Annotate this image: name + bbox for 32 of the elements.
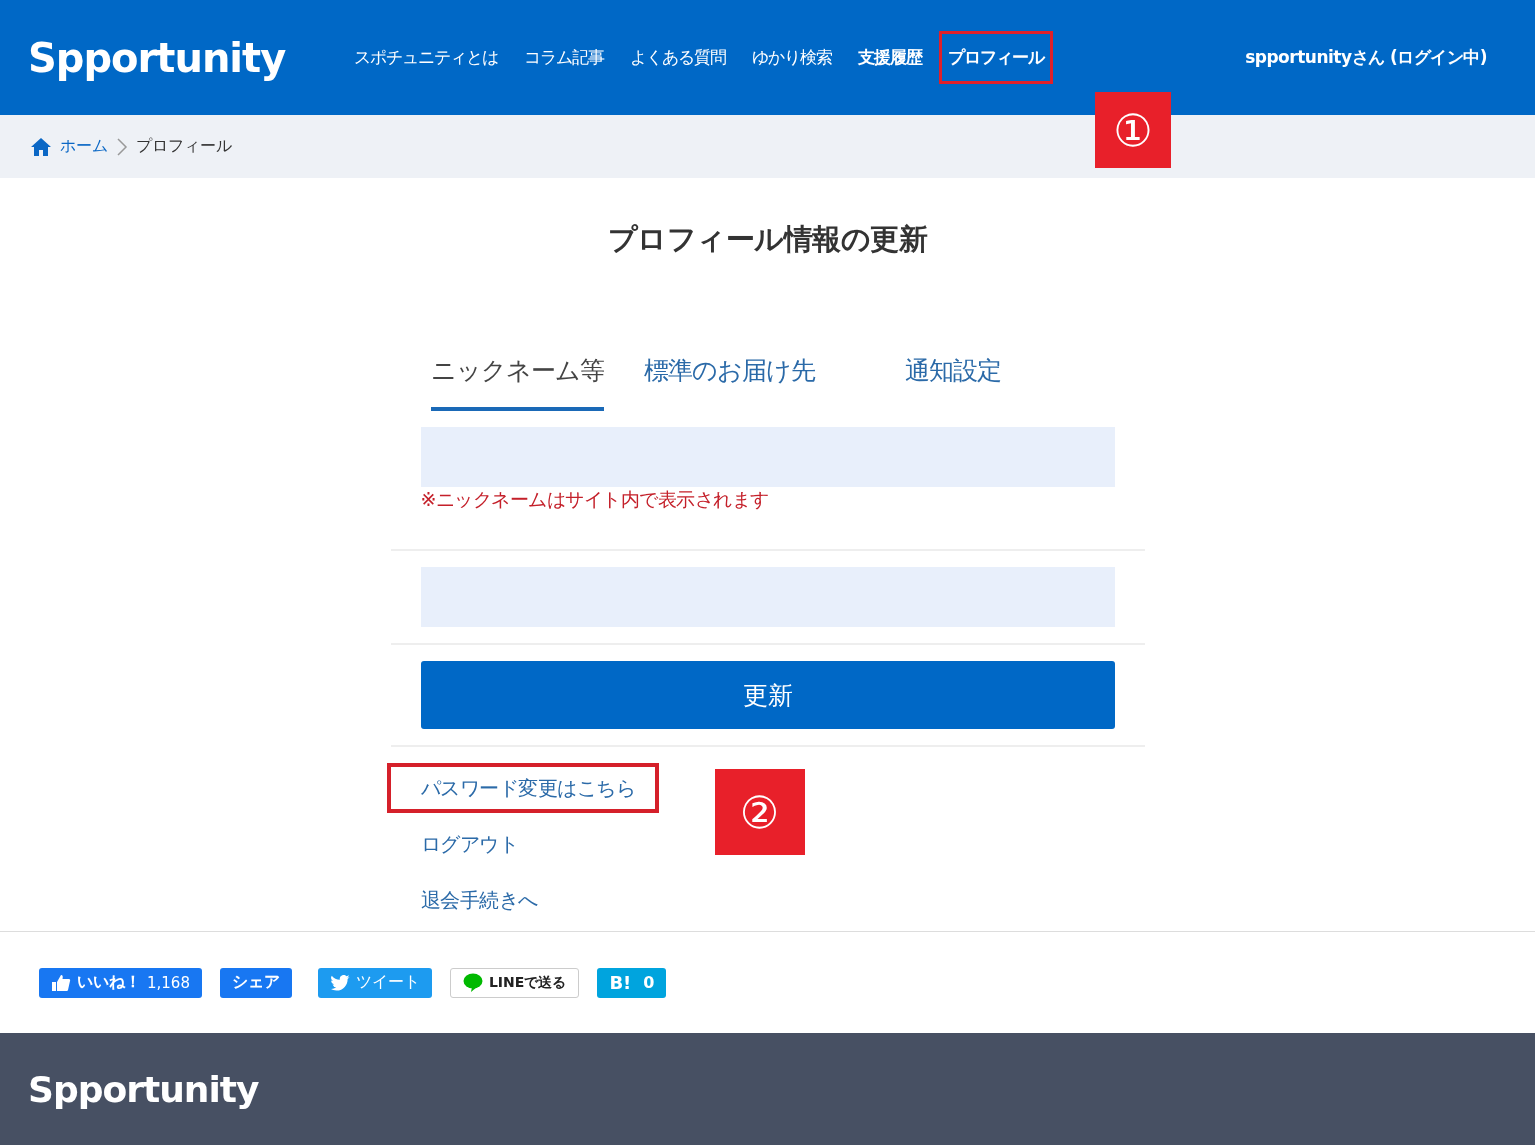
- tab[interactable]: 標準のお届け先: [643, 346, 815, 411]
- thumbs-up-icon: [51, 973, 71, 992]
- account-link[interactable]: パスワード変更はこちら: [386, 763, 659, 813]
- tweet-button[interactable]: ツイート: [317, 967, 432, 998]
- breadcrumb-current: プロフィール: [136, 136, 232, 157]
- annotation-number: ②: [714, 769, 805, 855]
- breadcrumb-link[interactable]: ホーム: [60, 136, 108, 157]
- account-link[interactable]: 退会手続きへ: [386, 875, 542, 925]
- tab[interactable]: 通知設定: [904, 346, 1001, 411]
- like-button[interactable]: いいね！ 1,168: [39, 967, 202, 998]
- share-button[interactable]: シェア: [219, 967, 292, 998]
- nav-link[interactable]: ゆかり検索: [743, 31, 842, 84]
- chevron-icon: [116, 136, 128, 157]
- annotation-number: ①: [1095, 92, 1171, 168]
- logo[interactable]: Spportunity: [28, 34, 286, 81]
- speech-bubble-icon: [462, 973, 483, 992]
- nav-link[interactable]: よくある質問: [621, 31, 736, 84]
- nickname-note: ※ニックネームはサイト内で表示されます: [420, 487, 770, 512]
- nav-link[interactable]: プロフィール: [939, 31, 1054, 84]
- home-icon: [30, 136, 52, 157]
- bird-icon: [329, 974, 350, 991]
- update-button[interactable]: 更新: [420, 661, 1115, 729]
- nav-link[interactable]: 支援履歴: [849, 31, 932, 84]
- user-status[interactable]: spportunityさん (ログイン中): [1245, 46, 1487, 69]
- bookmark-button[interactable]: B! 0: [597, 967, 667, 998]
- footer-logo[interactable]: Spportunity: [28, 1068, 259, 1110]
- page-title: プロフィール情報の更新: [607, 221, 928, 258]
- line-share-button[interactable]: LINEで送る: [449, 967, 580, 998]
- tab[interactable]: ニックネーム等: [430, 346, 604, 411]
- nav-link[interactable]: スポチュニティとは: [345, 31, 508, 84]
- account-link[interactable]: ログアウト: [386, 819, 522, 869]
- nav-link[interactable]: コラム記事: [515, 31, 614, 84]
